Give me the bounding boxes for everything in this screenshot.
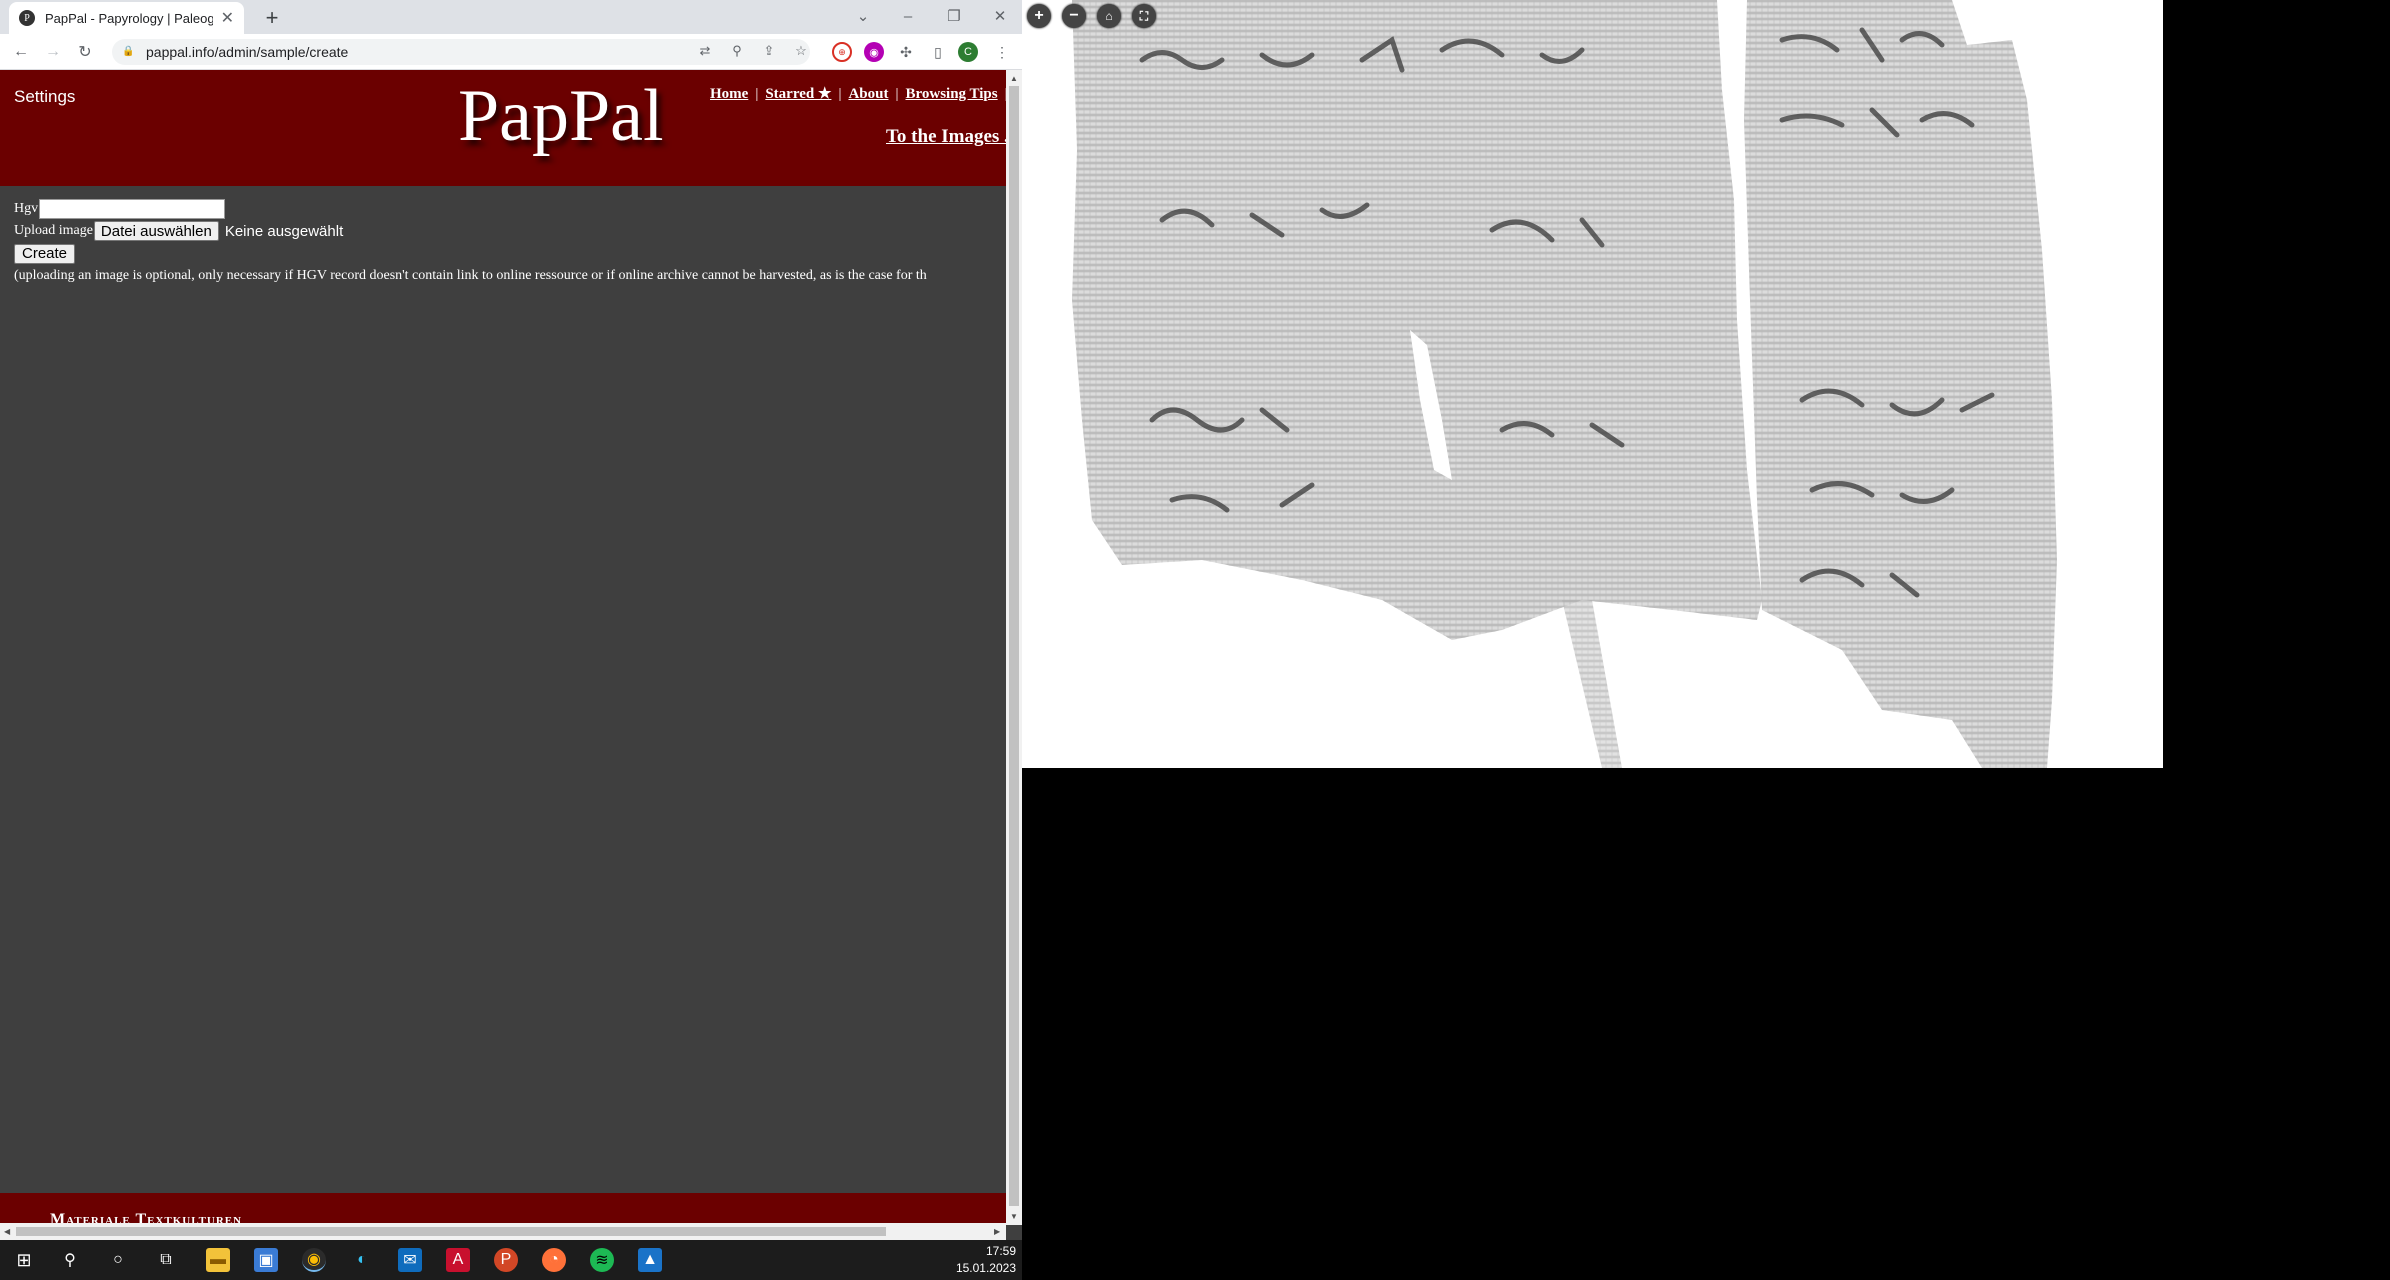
acrobat-icon[interactable]: A [446,1248,470,1272]
create-button[interactable]: Create [14,243,76,264]
file-status-text: Keine ausgewählt [224,222,344,240]
powerpoint-icon[interactable]: P [494,1248,518,1272]
extensions-puzzle-icon[interactable]: ✣ [896,42,916,62]
nav-about-link[interactable]: About [848,86,888,102]
bookmark-star-icon[interactable]: ☆ [789,39,813,63]
hgv-row: Hgv [14,198,927,220]
zoom-in-icon[interactable]: + [1027,4,1051,28]
top-navigation: Home|Starred ★|About|Browsing Tips|C [710,84,1006,103]
site-footer: Materiale Textkulturen [0,1193,1006,1225]
close-window-icon[interactable]: ✕ [985,4,1015,28]
hgv-label: Hgv [14,201,39,216]
upload-note: (uploading an image is optional, only ne… [14,268,927,283]
horizontal-scrollbar[interactable]: ◀ ▶ [0,1223,1006,1240]
scroll-up-icon[interactable]: ▲ [1010,74,1018,83]
close-tab-icon[interactable]: ✕ [221,8,234,28]
extension-purple-icon[interactable]: ◉ [864,42,884,62]
browser-tab[interactable]: P PapPal - Papyrology | Paleograph ✕ [9,2,244,34]
site-logo[interactable]: PapPal [458,74,664,159]
nav-browsing-tips-link[interactable]: Browsing Tips [905,86,997,102]
nav-starred-link[interactable]: Starred ★ [765,86,831,102]
minimize-icon[interactable]: – [893,4,923,28]
tab-search-icon[interactable]: ⌄ [848,4,878,28]
settings-link[interactable]: Settings [14,87,75,107]
vertical-scrollbar[interactable]: ▲ ▼ [1006,70,1022,1225]
upload-row: Upload image Datei auswählen Keine ausge… [14,220,927,242]
to-the-images-link[interactable]: To the Images ... [886,126,1006,148]
share-icon[interactable]: ⇪ [757,39,781,63]
zoom-out-icon[interactable]: − [1062,4,1086,28]
edge-icon[interactable]: ◐ [350,1248,374,1272]
clock-date: 15.01.2023 [955,1261,1016,1275]
upload-image-label: Upload image [14,223,93,238]
restore-icon[interactable]: ❐ [939,4,969,28]
hgv-input[interactable] [39,199,226,219]
mail-icon[interactable]: ✉ [398,1248,422,1272]
lock-icon: 🔒 [122,46,135,57]
search-icon[interactable]: ⚲ [58,1248,82,1272]
spotify-icon[interactable]: ≋ [590,1248,614,1272]
pappal-favicon-icon: P [19,10,35,26]
cortana-icon[interactable]: ○ [106,1248,130,1272]
file-explorer-icon[interactable]: ▬ [206,1248,230,1272]
scroll-down-icon[interactable]: ▼ [1010,1212,1018,1221]
papyrus-image [1072,0,2057,768]
create-row: Create [14,242,927,264]
zoom-icon[interactable]: ⚲ [725,39,749,63]
task-view-icon[interactable]: ⧉ [154,1248,178,1272]
papyrus-strip [1562,600,1622,768]
image-viewer[interactable]: + − ⌂ ⛶ [1022,0,2163,768]
clock-time: 17:59 [985,1244,1016,1258]
home-icon[interactable]: ⌂ [1097,4,1121,28]
nav-separator: | [895,86,899,102]
tab-bar: P PapPal - Papyrology | Paleograph ✕ + ⌄… [0,0,1022,34]
back-icon[interactable]: ← [9,40,33,64]
reload-icon[interactable]: ↻ [73,40,97,64]
forward-icon[interactable]: → [41,40,65,64]
chrome-icon[interactable]: ◉ [302,1248,326,1272]
choose-file-button[interactable]: Datei auswählen [93,221,219,241]
store-icon[interactable]: ▣ [254,1248,278,1272]
horizontal-scroll-thumb[interactable] [16,1227,886,1236]
windows-start-icon[interactable]: ⊞ [12,1248,36,1272]
windows-taskbar: ⊞ ⚲ ○ ⧉ ▬ ▣ ◉ ◐ ✉ A P ◔ ≋ ▲ 17:59 15.01.… [0,1240,1022,1280]
photos-icon[interactable]: ▲ [638,1248,662,1272]
translate-icon[interactable]: ⇄ [693,39,717,63]
nav-separator: | [755,86,759,102]
side-panel-icon[interactable]: ▯ [928,42,948,62]
new-tab-icon[interactable]: + [258,4,286,32]
page-content: Settings PapPal Home | Starred ★ | About | Bro… [0,70,1006,1225]
menu-kebab-icon[interactable]: ⋮ [992,42,1012,62]
site-header: Settings PapPal Home | Starred ★ | About | Bro… [0,70,1006,186]
tab-title: PapPal - Papyrology | Paleograph [45,10,213,26]
clock[interactable]: 17:59 15.01.2023 [956,1243,1016,1277]
url-text: pappal.info/admin/sample/create [146,44,349,60]
scroll-right-icon[interactable]: ▶ [994,1227,1000,1236]
firefox-icon[interactable]: ◔ [542,1248,566,1272]
papyrus-fragment-left [1072,0,1762,640]
vertical-scroll-thumb[interactable] [1009,86,1019,1206]
nav-separator: | [838,86,842,102]
browser-window: P PapPal - Papyrology | Paleograph ✕ + ⌄… [0,0,1022,1240]
extension-red-icon[interactable]: ⊕ [832,42,852,62]
scroll-left-icon[interactable]: ◀ [4,1227,10,1236]
browser-toolbar: ← → ↻ 🔒 pappal.info/admin/sample/create … [0,34,1022,70]
profile-avatar-icon[interactable]: C [958,42,978,62]
full-page-icon[interactable]: ⛶ [1132,4,1156,28]
nav-home-link[interactable]: Home [710,86,748,102]
create-sample-form: Hgv Upload image Datei auswählen Keine a… [14,198,927,284]
